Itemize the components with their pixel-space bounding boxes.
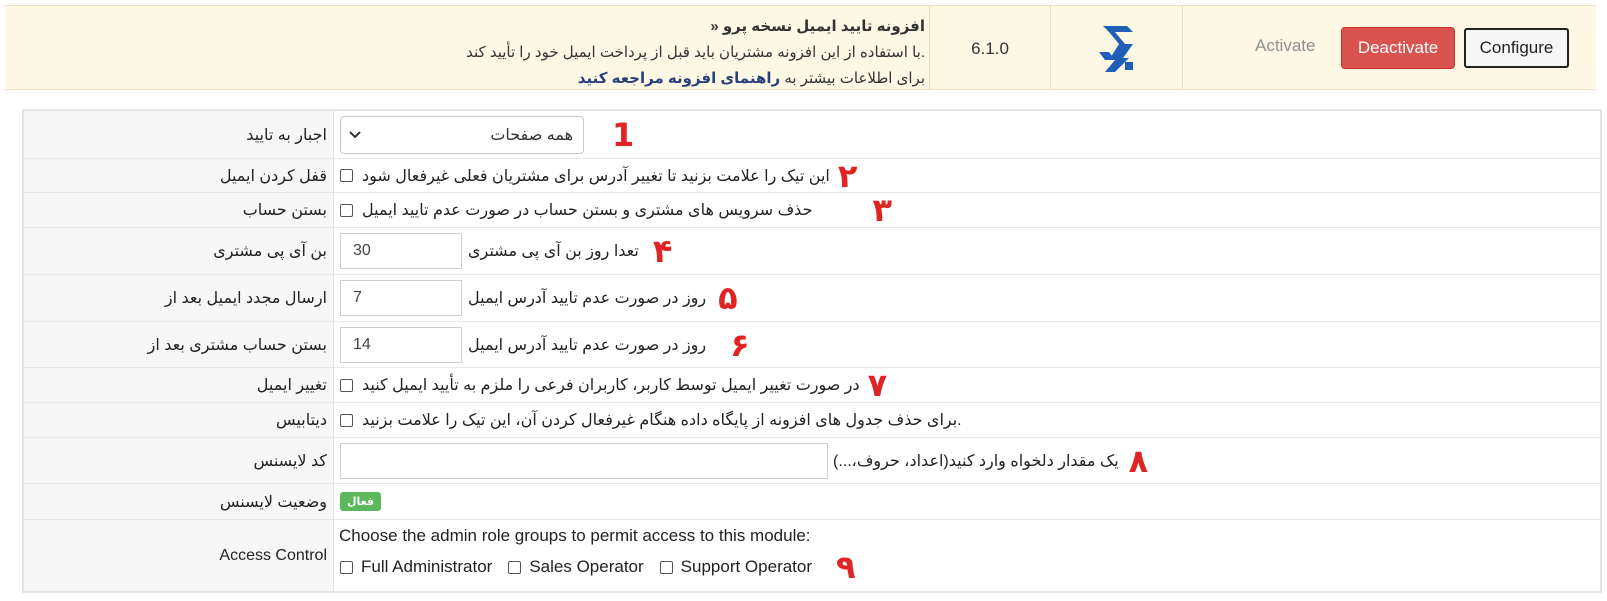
close-account-label: بستن حساب xyxy=(24,193,334,227)
resend-email-label: ارسال مجدد ایمیل بعد از xyxy=(24,275,334,321)
module-version: 6.1.0 xyxy=(929,6,1051,89)
marker-9: ۹ xyxy=(836,548,856,586)
change-email-description: در صورت تغییر ایمیل توسط کاربر، کاربران … xyxy=(362,377,860,394)
activate-link[interactable]: Activate xyxy=(1255,36,1315,56)
chevron-down-icon xyxy=(349,126,361,144)
role-full-administrator-label: Full Administrator xyxy=(361,557,493,576)
module-actions: Activate Deactivate Configure xyxy=(1183,6,1596,89)
module-info: افزونه تایید ایمیل نسخه پرو « .با استفاد… xyxy=(4,6,929,89)
license-status-label: وضعیت لایسنس xyxy=(24,484,334,519)
marker-6: ۶ xyxy=(730,325,750,364)
role-support-operator-checkbox[interactable] xyxy=(659,560,673,574)
license-code-label: کد لایسنس xyxy=(24,438,334,483)
role-sales-operator-checkbox[interactable] xyxy=(508,560,522,574)
setting-row-close-account: بستن حساب حذف سرویس های مشتری و بستن حسا… xyxy=(24,193,1600,228)
marker-7: ۷ xyxy=(867,366,888,404)
marker-2: ۲ xyxy=(837,156,858,195)
setting-row-force-verify: اجبار به تایید همه صفحات 1 xyxy=(24,111,1600,159)
setting-row-resend-email: ارسال مجدد ایمیل بعد از 7 روز در صورت عد… xyxy=(24,275,1600,322)
ban-ip-label: بن آی پی مشتری xyxy=(24,228,334,274)
marker-4: ۴ xyxy=(652,232,673,270)
setting-row-lock-email: قفل کردن ایمیل این تیک را علامت بزنید تا… xyxy=(24,159,1600,193)
license-code-input[interactable] xyxy=(340,442,828,479)
ban-ip-days-input[interactable]: 30 xyxy=(340,233,462,269)
role-full-administrator[interactable]: Full Administrator xyxy=(340,557,492,577)
setting-row-change-email: تغییر ایمیل در صورت تغییر ایمیل توسط کار… xyxy=(24,368,1600,403)
role-full-administrator-checkbox[interactable] xyxy=(340,560,353,574)
more-info-prefix: برای اطلاعات بیشتر به xyxy=(784,70,925,87)
module-more-info: برای اطلاعات بیشتر به راهنمای افزونه مرا… xyxy=(5,66,925,92)
change-email-label: تغییر ایمیل xyxy=(24,368,334,402)
lock-email-description: این تیک را علامت بزنید تا تغییر آدرس برا… xyxy=(362,167,830,185)
lock-email-checkbox[interactable] xyxy=(340,169,353,182)
marker-1: 1 xyxy=(612,115,635,154)
resend-email-days-input[interactable]: 7 xyxy=(340,280,462,316)
deactivate-button[interactable]: Deactivate xyxy=(1341,27,1455,69)
module-description: .با استفاده از این افزونه مشتریان باید ق… xyxy=(466,44,925,61)
setting-row-license-code: کد لایسنس یک مقدار دلخواه وارد کنید(اعدا… xyxy=(24,438,1600,484)
close-account-description: حذف سرویس های مشتری و بستن حساب در صورت … xyxy=(362,202,813,219)
settings-panel: اجبار به تایید همه صفحات 1 قفل کردن ایمی… xyxy=(22,109,1602,593)
ban-ip-suffix: تعدا روز بن آی پی مشتری xyxy=(468,243,639,260)
change-email-checkbox[interactable] xyxy=(340,378,353,392)
resend-email-suffix: روز در صورت عدم تایید آدرس ایمیل xyxy=(468,290,707,307)
access-control-heading: Choose the admin role groups to permit a… xyxy=(339,526,811,545)
module-row: افزونه تایید ایمیل نسخه پرو « .با استفاد… xyxy=(4,5,1596,90)
setting-row-access-control: Access Control Choose the admin role gro… xyxy=(24,520,1600,591)
setting-row-database: دیتابیس .برای حذف جدول های افزونه از پای… xyxy=(24,403,1600,438)
close-account-checkbox[interactable] xyxy=(340,203,353,217)
lock-email-label: قفل کردن ایمیل xyxy=(24,159,334,192)
database-checkbox[interactable] xyxy=(340,413,353,427)
license-status-badge: فعال xyxy=(340,492,382,511)
access-control-label: Access Control xyxy=(24,520,334,591)
marker-3: ۳ xyxy=(872,191,892,229)
module-guide-link[interactable]: راهنمای افزونه مراجعه کنید xyxy=(578,70,780,87)
role-support-operator-label: Support Operator xyxy=(680,557,813,576)
role-sales-operator[interactable]: Sales Operator xyxy=(508,557,644,577)
access-control-options: Full Administrator Sales Operator Suppor… xyxy=(340,551,856,583)
module-title: افزونه تایید ایمیل نسخه پرو « xyxy=(710,18,925,35)
database-description: .برای حذف جدول های افزونه از پایگاه داده… xyxy=(362,412,962,429)
marker-8: ۸ xyxy=(1128,441,1149,480)
configure-button[interactable]: Configure xyxy=(1464,28,1569,68)
setting-row-license-status: وضعیت لایسنس فعال xyxy=(24,484,1600,520)
force-verify-label: اجبار به تایید xyxy=(24,111,334,158)
module-logo-icon xyxy=(1099,25,1133,72)
force-verify-select[interactable]: همه صفحات xyxy=(340,115,584,154)
license-code-hint: یک مقدار دلخواه وارد کنید(اعداد، حروف،..… xyxy=(833,452,1119,470)
close-after-label: بستن حساب مشتری بعد از xyxy=(24,322,334,367)
database-label: دیتابیس xyxy=(24,403,334,437)
close-after-days-input[interactable]: 14 xyxy=(340,326,462,363)
force-verify-value: همه صفحات xyxy=(490,126,573,144)
module-logo xyxy=(1051,6,1183,89)
setting-row-ban-ip: بن آی پی مشتری 30 تعدا روز بن آی پی مشتر… xyxy=(24,228,1600,275)
role-support-operator[interactable]: Support Operator xyxy=(659,557,813,577)
setting-row-close-after: بستن حساب مشتری بعد از 14 روز در صورت عد… xyxy=(24,322,1600,368)
marker-5: ۵ xyxy=(718,279,738,317)
role-sales-operator-label: Sales Operator xyxy=(529,557,644,576)
close-after-suffix: روز در صورت عدم تایید آدرس ایمیل xyxy=(468,336,707,354)
